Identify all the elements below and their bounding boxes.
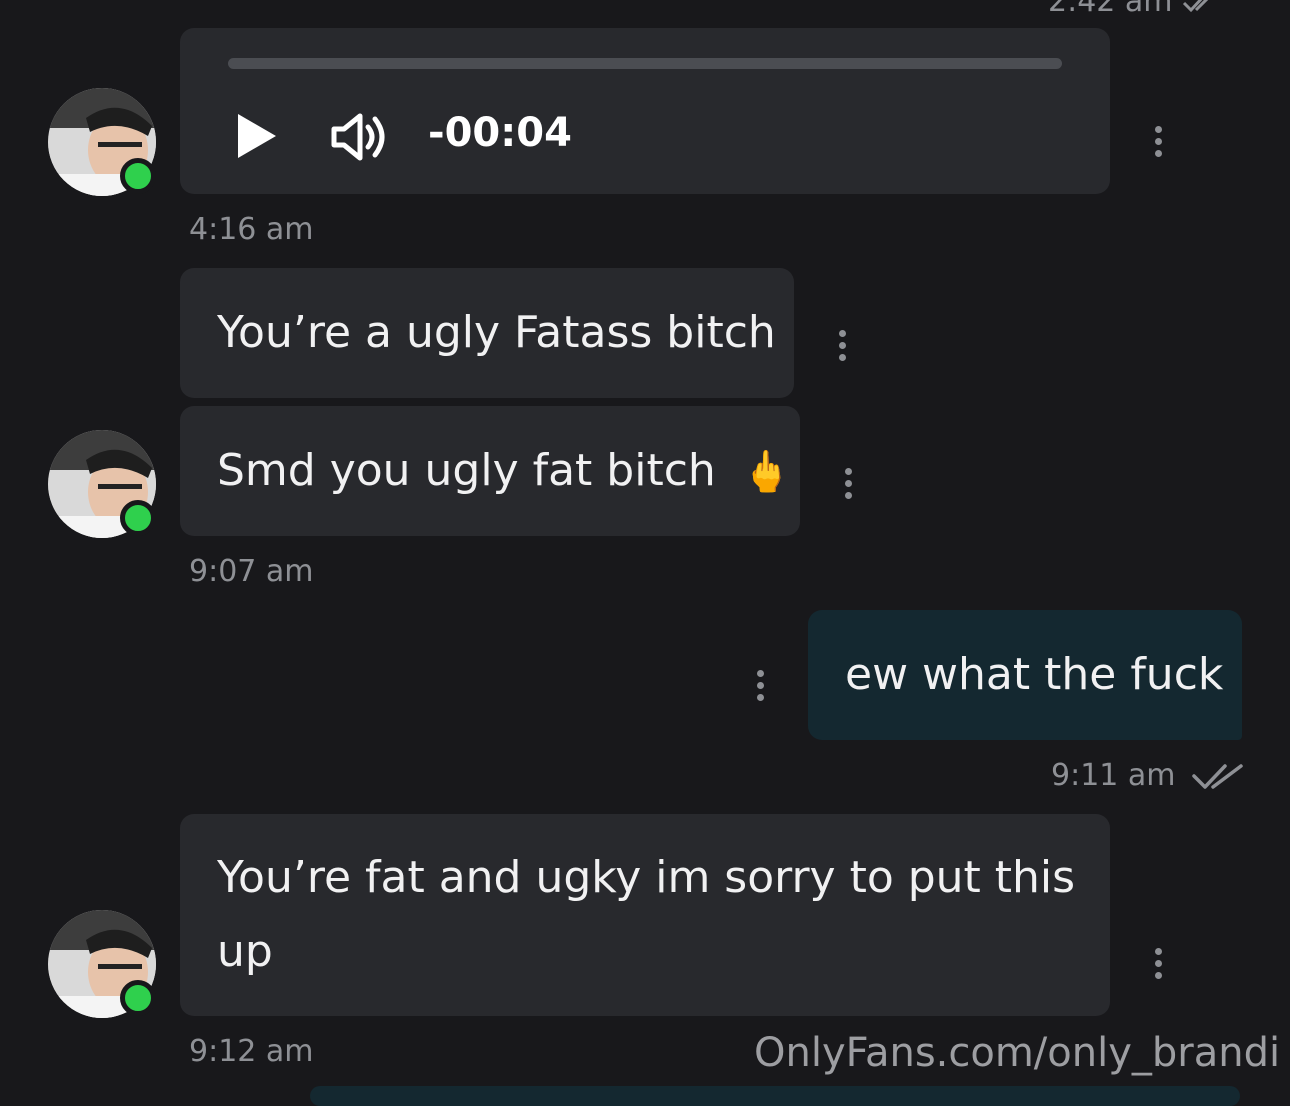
message-bubble: You’re a ugly Fatass bitch xyxy=(180,268,794,398)
double-check-icon xyxy=(1183,0,1208,12)
message-timestamp: 4:16 am xyxy=(189,212,314,247)
message-text: ew what the fuck xyxy=(845,649,1224,700)
audio-progress-bar[interactable] xyxy=(228,58,1062,69)
message-text: Smd you ugly fat bitch 🖕 xyxy=(217,434,792,509)
double-check-icon xyxy=(1192,763,1243,789)
message-options-icon[interactable] xyxy=(1152,126,1164,162)
volume-icon[interactable] xyxy=(330,112,390,166)
message-timestamp: 9:07 am xyxy=(189,554,314,589)
message-options-icon[interactable] xyxy=(842,468,854,504)
previous-message-timestamp: 2:42 am xyxy=(1048,0,1218,19)
message-options-icon[interactable] xyxy=(1152,948,1164,984)
message-text-line: up xyxy=(217,926,273,977)
watermark-text: OnlyFans.com/only_brandi xyxy=(754,1030,1281,1076)
message-options-icon[interactable] xyxy=(836,330,848,366)
outgoing-message-bubble: ew what the fuck xyxy=(808,610,1242,740)
message-options-icon[interactable] xyxy=(754,670,766,706)
message-bubble: Smd you ugly fat bitch 🖕 xyxy=(180,406,800,536)
message-timestamp: 9:12 am xyxy=(189,1034,314,1069)
message-timestamp: 9:11 am xyxy=(1051,758,1247,793)
play-icon[interactable] xyxy=(236,112,278,164)
message-text-line: You’re fat and ugky im sorry to put this xyxy=(217,852,1076,903)
online-status-indicator xyxy=(120,500,156,536)
message-bubble: You’re fat and ugky im sorry to put this… xyxy=(180,814,1110,1016)
message-timestamp-text: 9:11 am xyxy=(1051,758,1176,793)
message-text-content: Smd you ugly fat bitch xyxy=(217,445,716,496)
audio-time-remaining: -00:04 xyxy=(428,110,572,156)
message-text: You’re a ugly Fatass bitch xyxy=(217,307,776,358)
online-status-indicator xyxy=(120,158,156,194)
next-message-bubble-partial xyxy=(310,1086,1240,1106)
middle-finger-emoji: 🖕 xyxy=(741,449,792,495)
online-status-indicator xyxy=(120,980,156,1016)
audio-message-bubble: -00:04 xyxy=(180,28,1110,194)
